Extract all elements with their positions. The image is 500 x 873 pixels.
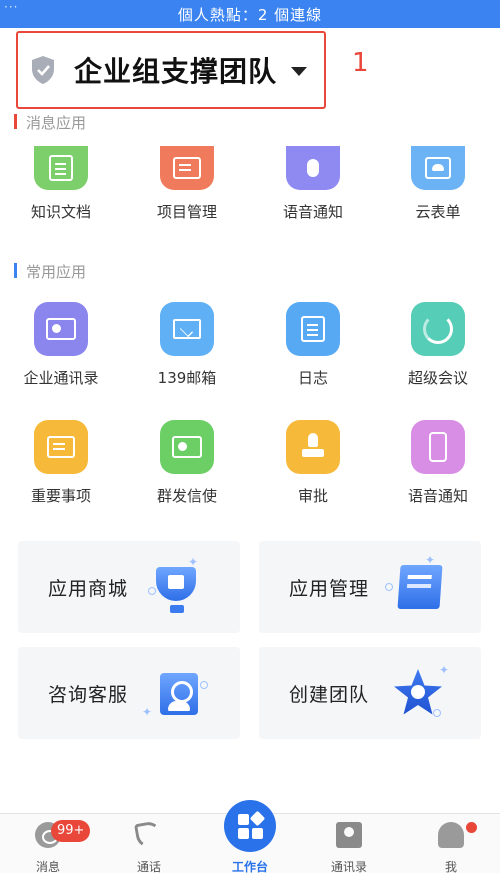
- status-bar: ··· 個人熱點：2 個連線: [0, 0, 500, 28]
- mail-icon: [160, 302, 214, 356]
- app-enterprise-contacts[interactable]: 企业通讯录: [6, 302, 116, 388]
- app-approval[interactable]: 审批: [258, 420, 368, 506]
- team-name: 企业组支撑团队: [74, 55, 278, 88]
- phone-voice-icon: [411, 420, 465, 474]
- tab-contacts[interactable]: 通讯录: [304, 814, 394, 873]
- app-knowledge-docs[interactable]: 知识文档: [6, 146, 116, 222]
- tile-app-store[interactable]: 应用商城 ✦: [18, 541, 240, 633]
- app-broadcast-messenger[interactable]: 群发信使: [132, 420, 242, 506]
- tab-label: 通讯录: [330, 860, 367, 873]
- person-icon: [438, 822, 464, 848]
- unread-badge: 99+: [51, 820, 91, 842]
- customer-service-icon: ✦: [142, 665, 208, 723]
- app-label: 企业通讯录: [23, 369, 99, 387]
- create-team-icon: ✦: [389, 663, 449, 723]
- status-bar-signal: ···: [4, 0, 19, 14]
- tab-calls[interactable]: 通话: [104, 814, 194, 873]
- app-label: 139邮箱: [157, 369, 217, 387]
- app-super-meeting[interactable]: 超级会议: [383, 302, 493, 388]
- app-label: 语音通知: [282, 203, 343, 221]
- tab-me[interactable]: 我: [406, 814, 496, 873]
- important-icon: [34, 420, 88, 474]
- approval-stamp-icon: [286, 420, 340, 474]
- tab-messages[interactable]: 99+ 消息: [3, 814, 93, 873]
- notification-dot: [466, 822, 477, 833]
- app-label: 语音通知: [407, 487, 468, 505]
- app-manage-icon: ✦: [385, 553, 447, 617]
- tile-create-team[interactable]: 创建团队 ✦: [259, 647, 481, 739]
- tab-label: 我: [444, 860, 457, 873]
- contact-book-icon: [34, 302, 88, 356]
- broadcast-icon: [160, 420, 214, 474]
- tile-customer-service[interactable]: 咨询客服 ✦: [18, 647, 240, 739]
- section-title-messages: 消息应用: [14, 112, 86, 133]
- project-icon: [160, 146, 214, 190]
- app-label: 项目管理: [156, 203, 217, 221]
- tile-app-management[interactable]: 应用管理 ✦: [259, 541, 481, 633]
- app-label: 审批: [297, 487, 328, 505]
- document-icon: [34, 146, 88, 190]
- caret-down-icon[interactable]: [291, 66, 308, 76]
- app-log[interactable]: 日志: [258, 302, 368, 388]
- app-label: 重要事项: [30, 487, 91, 505]
- app-label: 群发信使: [156, 487, 217, 505]
- app-label: 知识文档: [30, 203, 91, 221]
- shield-icon: [32, 56, 54, 84]
- annotation-number: 1: [352, 48, 369, 78]
- app-label: 云表单: [415, 203, 461, 221]
- tile-label: 应用商城: [48, 578, 129, 600]
- app-label: 日志: [297, 369, 328, 387]
- tile-label: 咨询客服: [48, 684, 129, 706]
- app-voice-notice-2[interactable]: 语音通知: [383, 420, 493, 506]
- app-label: 超级会议: [407, 369, 468, 387]
- tab-label: 工作台: [231, 860, 268, 873]
- tile-label: 创建团队: [289, 684, 370, 706]
- microphone-icon: [286, 146, 340, 190]
- app-139-mail[interactable]: 139邮箱: [132, 302, 242, 388]
- cloud-form-icon: [411, 146, 465, 190]
- app-voice-notice[interactable]: 语音通知: [258, 146, 368, 222]
- hotspot-status-text: 個人熱點：2 個連線: [177, 6, 323, 24]
- app-important-items[interactable]: 重要事项: [6, 420, 116, 506]
- meeting-icon: [411, 302, 465, 356]
- app-store-icon: ✦: [148, 555, 206, 617]
- log-icon: [286, 302, 340, 356]
- contacts-icon: [336, 822, 362, 848]
- team-selector[interactable]: 企业组支撑团队: [16, 31, 326, 109]
- workbench-grid-icon[interactable]: [224, 800, 276, 852]
- phone-icon: [133, 819, 165, 851]
- tile-label: 应用管理: [289, 578, 370, 600]
- tab-label: 通话: [136, 860, 161, 873]
- section-title-common: 常用应用: [14, 261, 86, 282]
- tab-label: 消息: [35, 860, 60, 873]
- app-cloud-form[interactable]: 云表单: [383, 146, 493, 222]
- app-project-management[interactable]: 项目管理: [132, 146, 242, 222]
